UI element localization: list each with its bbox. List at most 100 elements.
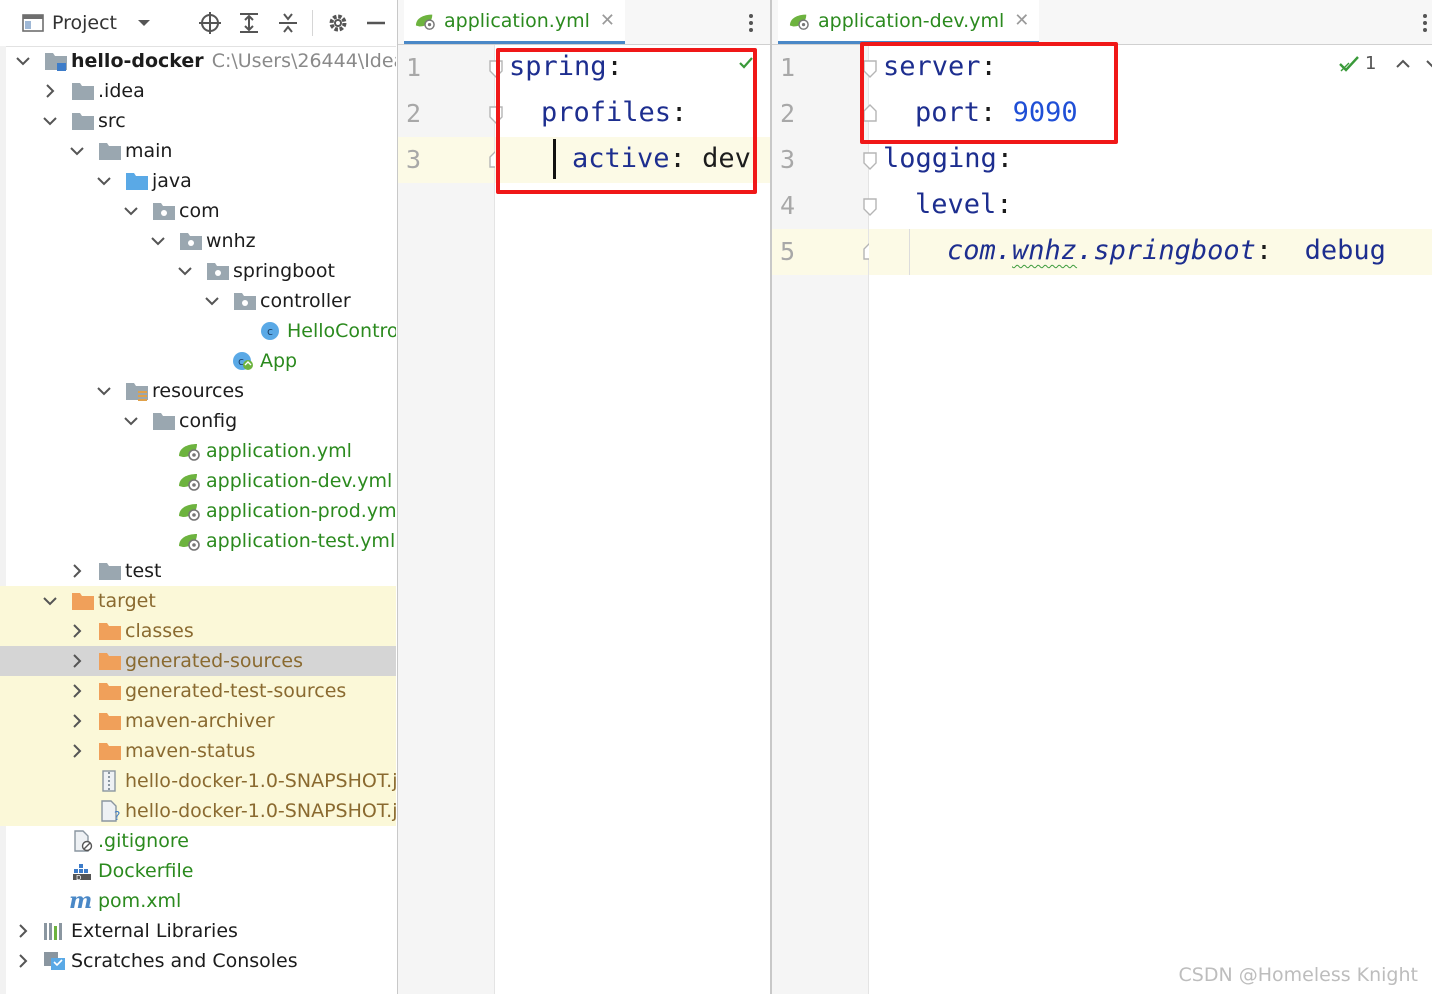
tree-item-maven-archiver[interactable]: maven-archiver [0,706,396,736]
package-icon [206,260,230,282]
chevron-right-icon[interactable] [68,651,86,671]
project-window-icon [22,13,44,33]
chevron-down-icon[interactable] [176,261,194,281]
maven-icon: m [69,890,93,912]
tree-item-maven-status[interactable]: maven-status [0,736,396,766]
collapse-all-icon[interactable] [276,11,300,35]
tree-item-java[interactable]: java [0,166,396,196]
excluded-folder-icon [98,650,122,672]
chevron-down-icon[interactable] [203,291,221,311]
tree-label: generated-sources [125,650,303,672]
code-line-5: com.wnhz.springboot: debug [947,235,1386,267]
gear-icon[interactable] [326,11,350,35]
tree-item-application-yml[interactable]: application.yml [0,436,396,466]
line-number: 1 [406,53,422,82]
line-number: 2 [406,99,422,128]
more-options-icon[interactable] [746,12,756,34]
chevron-down-icon[interactable] [14,51,32,71]
chevron-down-icon[interactable] [95,381,113,401]
tree-item-pom-xml[interactable]: m pom.xml [0,886,396,916]
tree-item-springboot[interactable]: springboot [0,256,396,286]
tab-application-dev-yml[interactable]: application-dev.yml ✕ [778,0,1040,44]
tree-item-resources[interactable]: resources [0,376,396,406]
watermark: CSDN @Homeless Knight [1178,964,1418,986]
chevron-right-icon[interactable] [14,951,32,971]
tree-item-test[interactable]: test [0,556,396,586]
tree-item-generated-test-sources[interactable]: generated-test-sources [0,676,396,706]
spring-config-icon [177,470,201,492]
chevron-down-icon[interactable] [122,411,140,431]
docker-icon: D [71,860,95,882]
line-number: 3 [780,145,796,174]
tree-item-jar-original[interactable]: ? hello-docker-1.0-SNAPSHOT.jar [0,796,396,826]
tree-item-hello-docker[interactable]: hello-docker C:\Users\26444\IdeaPro [0,46,396,76]
expand-all-icon[interactable] [237,11,261,35]
tree-label: src [98,110,126,132]
tab-application-yml[interactable]: application.yml ✕ [404,0,625,44]
more-options-icon[interactable] [1420,12,1430,34]
tree-item-idea[interactable]: .idea [0,76,396,106]
tree-item-dockerfile[interactable]: D Dockerfile [0,856,396,886]
tree-item-controller[interactable]: controller [0,286,396,316]
chevron-right-icon[interactable] [68,681,86,701]
locate-file-icon[interactable] [198,11,222,35]
tree-label: .idea [98,80,145,102]
chevron-right-icon[interactable] [68,711,86,731]
chevron-right-icon[interactable] [14,921,32,941]
svg-text:D: D [76,874,81,882]
tree-item-config[interactable]: config [0,406,396,436]
tree-item-com[interactable]: com [0,196,396,226]
close-icon[interactable]: ✕ [600,10,615,31]
yaml-key: level [915,189,997,220]
yaml-value: debug [1304,235,1386,266]
tree-item-classes[interactable]: classes [0,616,396,646]
chevron-down-icon[interactable] [1426,59,1432,69]
yaml-key-suffix: .springboot [1077,235,1256,266]
yaml-key-typo: wnhz [1012,235,1078,266]
chevron-down-icon[interactable] [68,141,86,161]
project-header: Project [0,0,396,47]
tree-item-application-test-yml[interactable]: application-test.yml [0,526,396,556]
tree-item-main[interactable]: main [0,136,396,166]
source-root-folder-icon [125,170,149,192]
tree-item-wnhz[interactable]: wnhz [0,226,396,256]
chevron-right-icon[interactable] [68,741,86,761]
tree-item-target[interactable]: target [0,586,396,616]
chevron-right-icon[interactable] [41,81,59,101]
tree-item-application-dev-yml[interactable]: application-dev.yml [0,466,396,496]
tree-item-app[interactable]: c App [0,346,396,376]
project-view-selector[interactable]: Project [22,10,151,36]
inspection-widget[interactable]: 1 [1339,53,1432,74]
tree-label: application-prod.yml [206,500,396,522]
tree-label: External Libraries [71,920,238,942]
tree-item-jar[interactable]: hello-docker-1.0-SNAPSHOT.jar [0,766,396,796]
chevron-right-icon[interactable] [68,621,86,641]
chevron-up-icon[interactable] [1396,59,1411,69]
chevron-down-icon[interactable] [122,201,140,221]
svg-text:m: m [69,890,92,912]
editor-tab-bar: application.yml ✕ [398,0,770,45]
tree-item-generated-sources[interactable]: generated-sources [0,646,396,676]
chevron-down-icon[interactable] [41,111,59,131]
tree-label: classes [125,620,194,642]
tree-item-hellocontroller[interactable]: c HelloControl [0,316,396,346]
code-area[interactable]: server: port: 9090 logging: level: com.w… [869,45,1432,994]
chevron-down-icon[interactable] [95,171,113,191]
tree-label: resources [152,380,245,402]
tree-item-gitignore[interactable]: .gitignore [0,826,396,856]
yaml-colon: : [996,189,1013,220]
tree-label: application.yml [206,440,352,462]
tree-item-application-prod-yml[interactable]: application-prod.yml [0,496,396,526]
chevron-down-icon[interactable] [137,18,151,28]
hide-panel-icon[interactable] [364,11,388,35]
yaml-colon: : [996,143,1014,174]
tree-item-src[interactable]: src [0,106,396,136]
close-icon[interactable]: ✕ [1014,10,1029,31]
tree-item-external-libraries[interactable]: External Libraries [0,916,396,946]
tree-item-scratches[interactable]: Scratches and Consoles [0,946,396,976]
module-path: C:\Users\26444\IdeaPro [211,50,396,72]
chevron-right-icon[interactable] [68,561,86,581]
chevron-down-icon[interactable] [149,231,167,251]
package-icon [179,230,203,252]
chevron-down-icon[interactable] [41,591,59,611]
